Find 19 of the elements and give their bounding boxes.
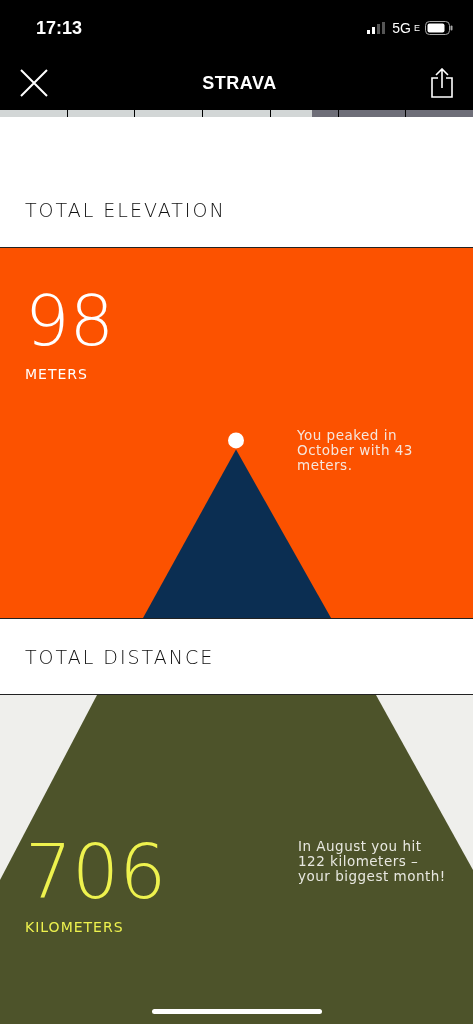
stat-unit: METERS (25, 366, 89, 382)
share-button[interactable] (431, 68, 453, 98)
share-icon (431, 68, 453, 98)
status-time: 17:13 (36, 17, 83, 39)
signal-icon (367, 22, 388, 34)
close-button[interactable] (20, 69, 48, 97)
stat-value: 706 (25, 835, 167, 909)
battery-icon (425, 21, 453, 35)
stat-unit: KILOMETERS (25, 919, 125, 935)
stat-note: In August you hit 122 kilometers – your biggest month! (298, 839, 447, 884)
stat-note: You peaked in October with 43 meters. (297, 428, 414, 473)
network-label: 5G (392, 20, 411, 36)
stat-value: 98 (25, 286, 116, 356)
close-icon (20, 69, 48, 97)
network-suffix: E (414, 23, 420, 33)
section-heading: TOTAL DISTANCE (25, 645, 215, 668)
peak-dot (228, 432, 244, 449)
section-heading: TOTAL ELEVATION (25, 199, 226, 221)
app-logo: STRAVA (202, 72, 277, 94)
